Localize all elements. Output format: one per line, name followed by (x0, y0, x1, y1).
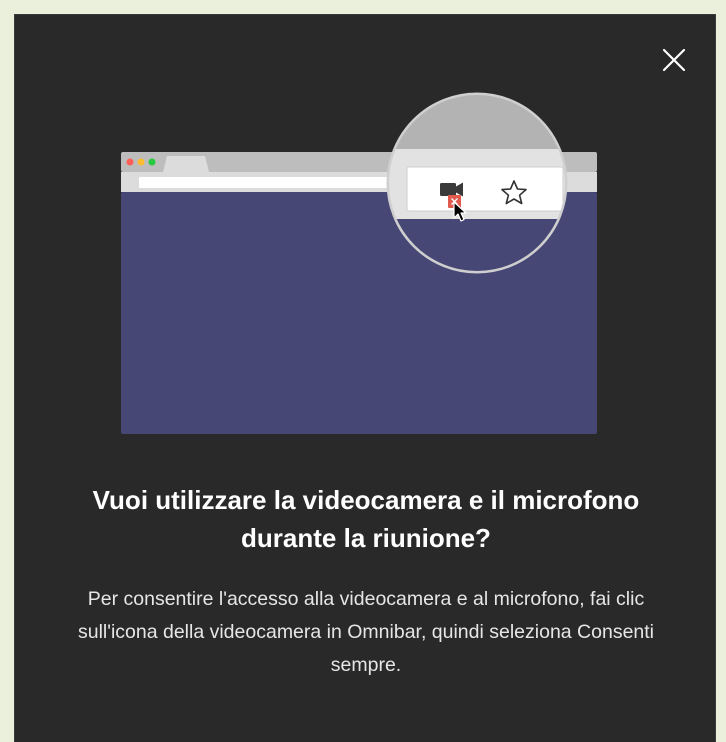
browser-tab (163, 156, 209, 172)
window-minimize-dot (137, 158, 145, 166)
dialog-title: Vuoi utilizzare la videocamera e il micr… (92, 485, 640, 553)
close-icon (662, 48, 686, 72)
window-maximize-dot (148, 158, 156, 166)
zoomed-address-bar (406, 166, 564, 212)
close-button[interactable] (657, 43, 691, 77)
window-close-dot (126, 158, 134, 166)
dialog-description: Per consentire l'accesso alla videocamer… (77, 588, 655, 676)
camera-permission-dialog: Vuoi utilizzare la videocamera e il micr… (14, 14, 716, 742)
browser-illustration (121, 92, 597, 434)
